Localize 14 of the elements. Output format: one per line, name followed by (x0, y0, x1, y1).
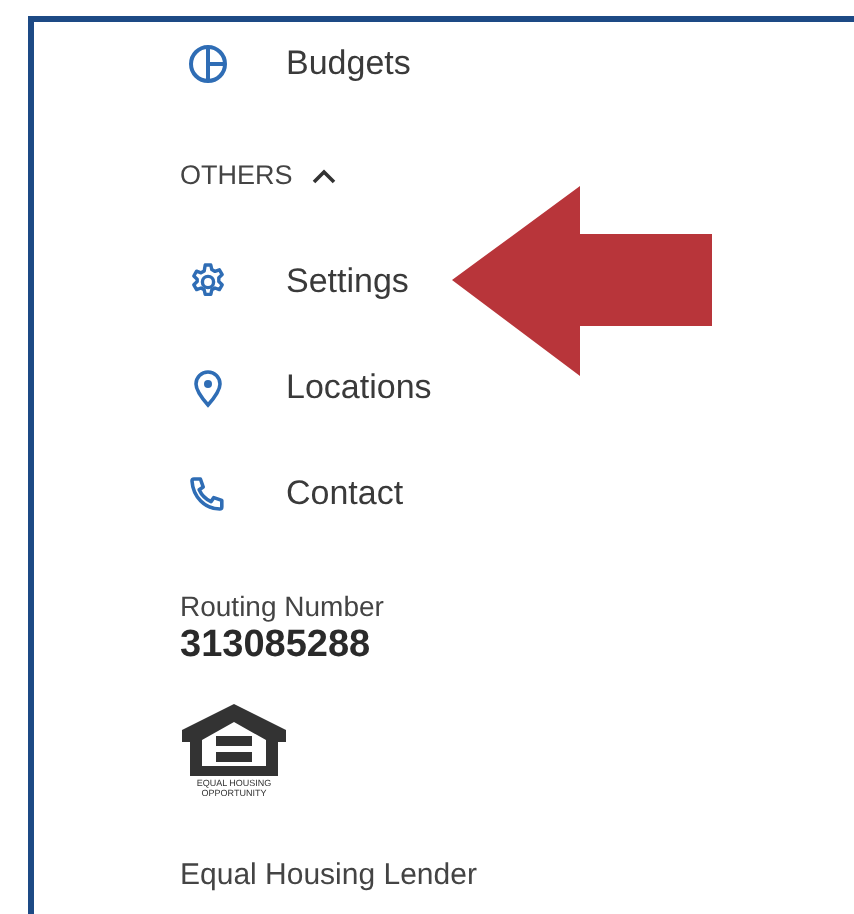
nav-item[interactable]: Locations (286, 367, 432, 407)
house-icon (180, 702, 288, 778)
pie-chart-icon (188, 44, 228, 84)
section-header[interactable]: OTHERS (180, 160, 337, 190)
routing-number: 313085288 (180, 624, 373, 668)
nav-item[interactable]: Budgets (286, 44, 411, 84)
phone-icon (188, 473, 228, 513)
nav-item[interactable]: Settings (286, 261, 409, 301)
gear-icon (188, 261, 228, 301)
footer-text: Equal Housing Lender (180, 858, 479, 892)
location-pin-icon (188, 367, 228, 407)
routing-number-label: Routing Number (180, 590, 386, 622)
chevron-icon (312, 167, 337, 183)
nav-item[interactable]: Contact (286, 473, 404, 513)
